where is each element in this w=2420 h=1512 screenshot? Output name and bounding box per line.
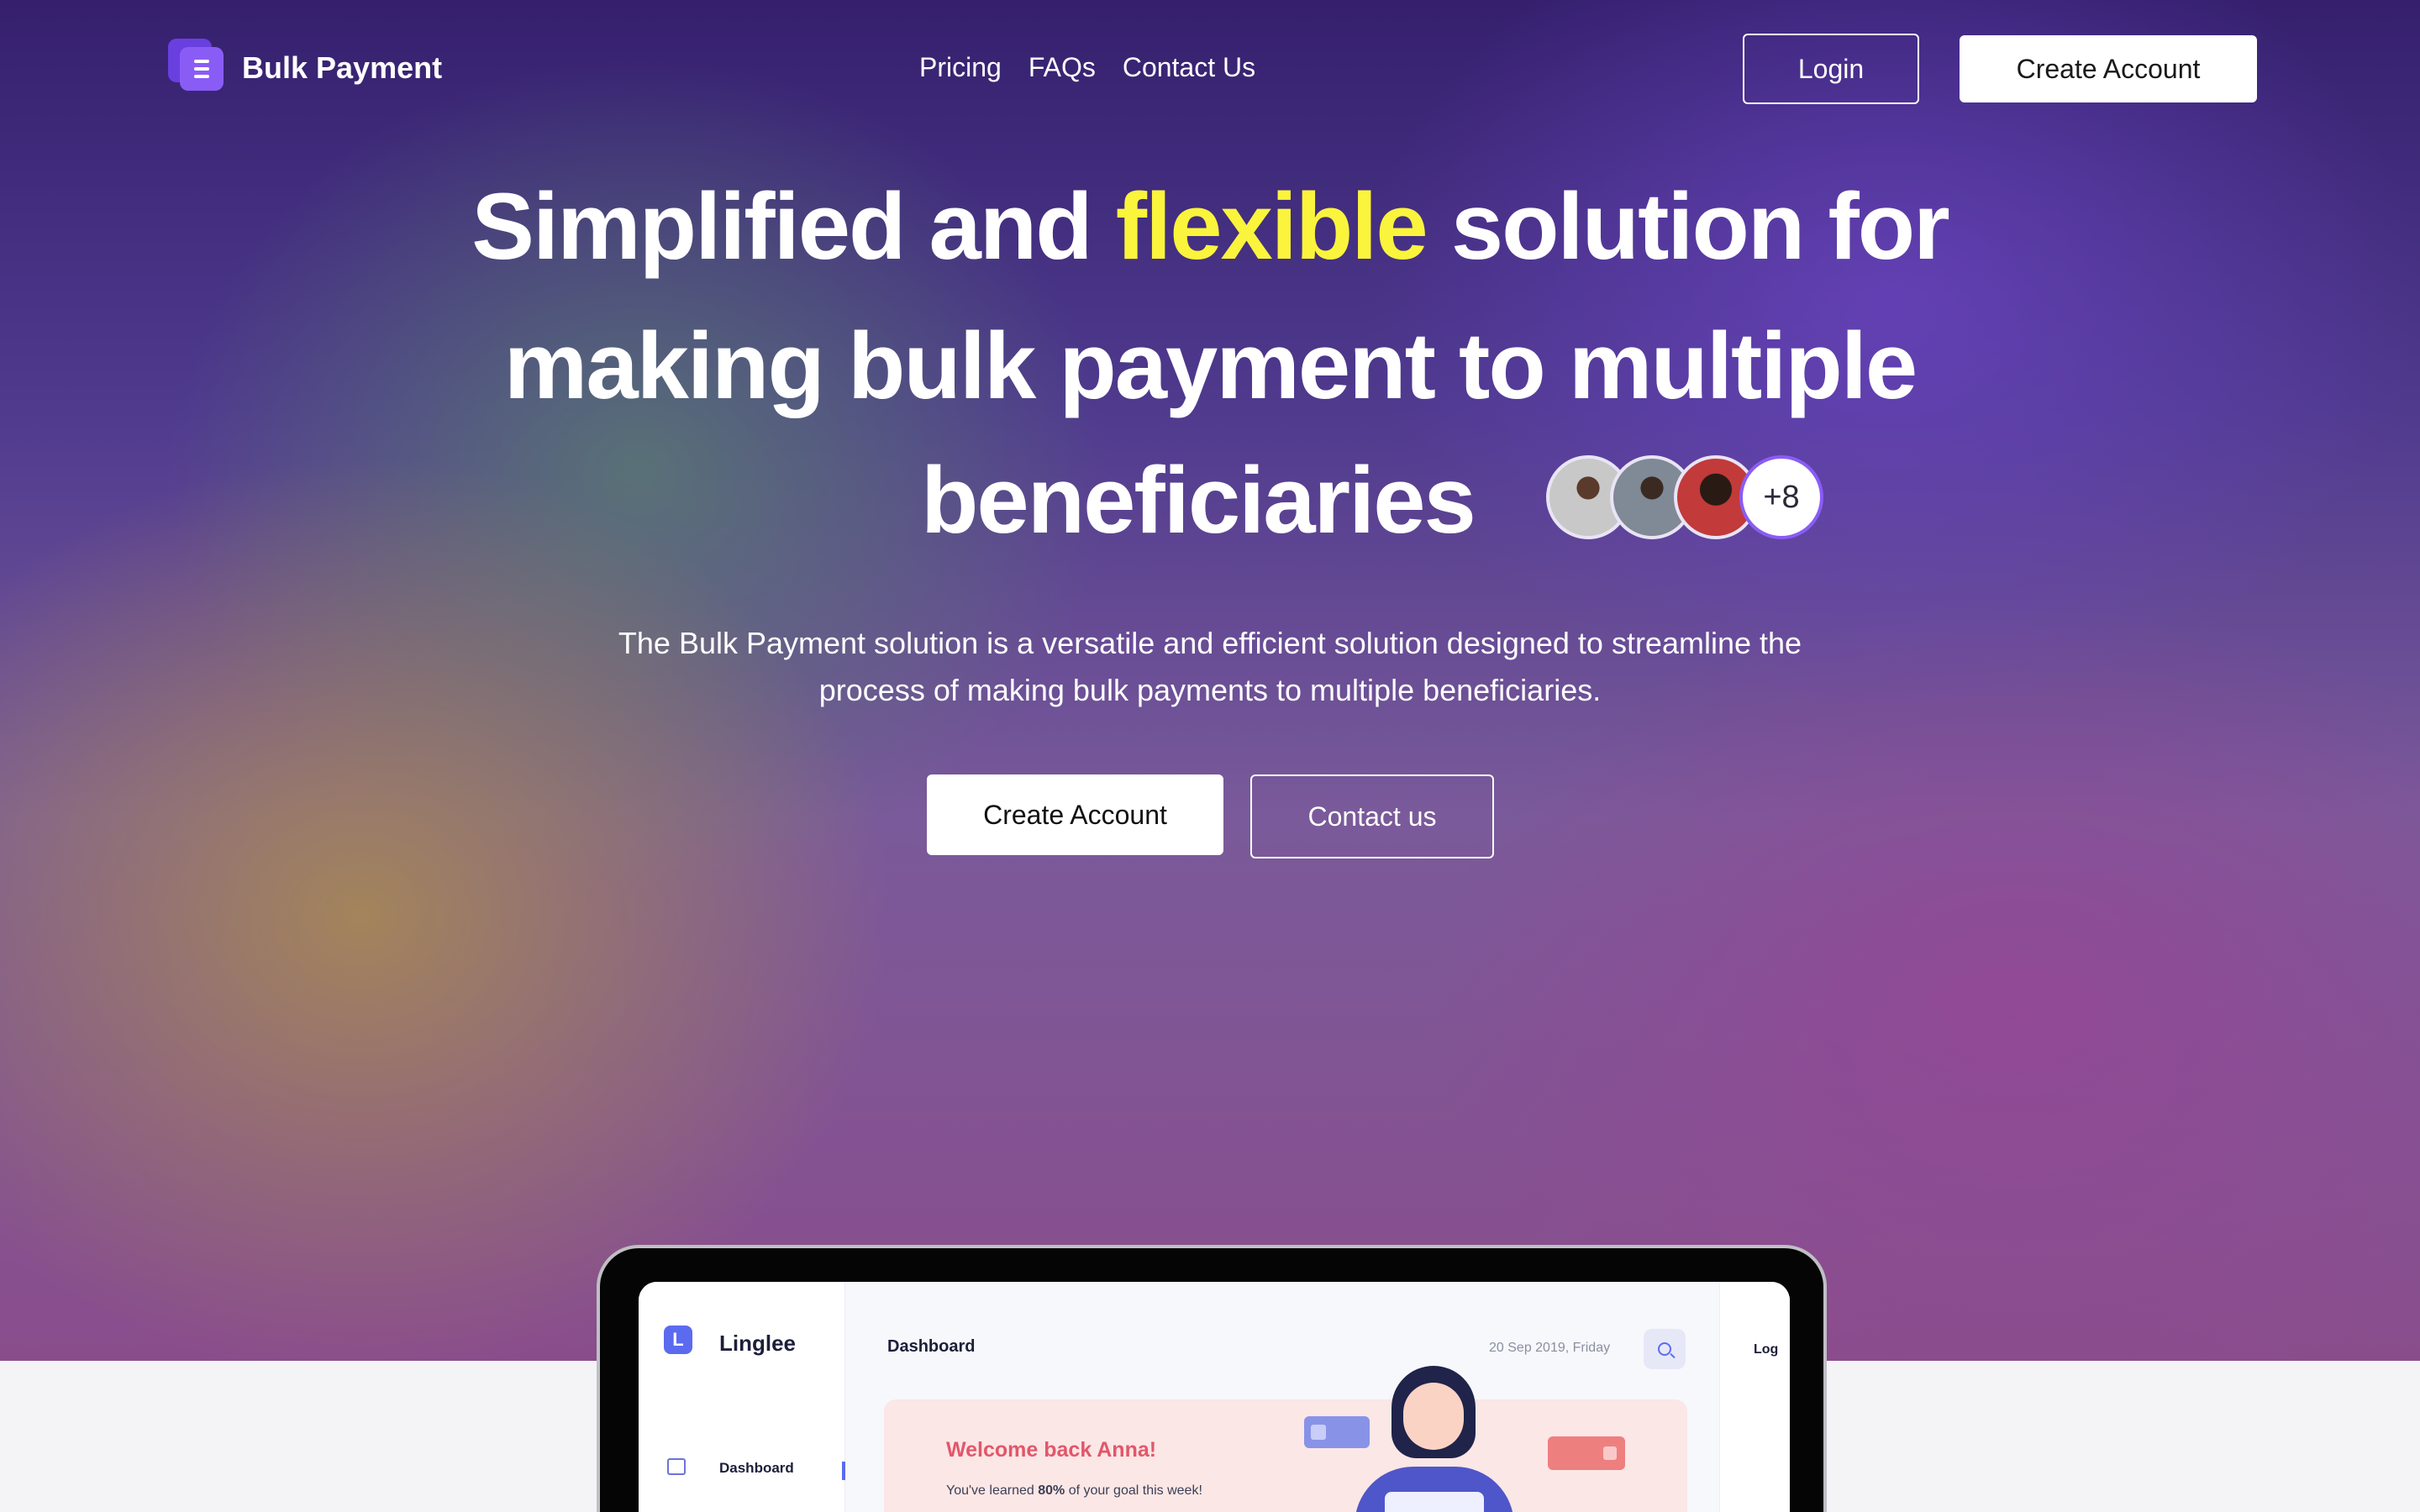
hero-subtitle-line-1: The Bulk Payment solution is a versatile… bbox=[618, 626, 1802, 660]
headline-line-3: beneficiaries bbox=[921, 448, 1476, 553]
welcome-progress: You've learned 80% of your goal this wee… bbox=[946, 1483, 1202, 1498]
headline-line-2: making bulk payment to multiple bbox=[503, 313, 1918, 418]
preview-right-panel: Log bbox=[1719, 1282, 1790, 1512]
app-name: Linglee bbox=[719, 1331, 797, 1356]
logo-icon[interactable] bbox=[168, 39, 224, 91]
nav-link-contact-us[interactable]: Contact Us bbox=[1123, 52, 1255, 83]
create-account-nav-button[interactable]: Create Account bbox=[1960, 35, 2257, 102]
top-nav: Pricing FAQs Contact Us bbox=[919, 52, 1255, 83]
brand-name[interactable]: Bulk Payment bbox=[242, 50, 442, 86]
welcome-title: Welcome back Anna! bbox=[946, 1438, 1157, 1462]
preview-page-title: Dashboard bbox=[887, 1337, 976, 1356]
dashboard-preview: L Linglee Dashboard Dashboard 20 Sep 201… bbox=[639, 1282, 1790, 1512]
headline-line-1: Simplified and flexible solution for bbox=[0, 180, 2420, 274]
preview-right-label: Log bbox=[1754, 1342, 1779, 1357]
avatar-more-count: +8 bbox=[1739, 455, 1823, 539]
preview-main: Dashboard 20 Sep 2019, Friday Welcome ba… bbox=[845, 1282, 1719, 1512]
nav-link-pricing[interactable]: Pricing bbox=[919, 52, 1002, 83]
sidebar-item-dashboard: Dashboard bbox=[719, 1460, 794, 1476]
preview-sidebar: L Linglee Dashboard bbox=[639, 1282, 845, 1512]
welcome-card: Welcome back Anna! You've learned 80% of… bbox=[884, 1366, 1687, 1512]
headline-text: solution for bbox=[1450, 174, 1950, 279]
contact-us-hero-button[interactable]: Contact us bbox=[1250, 774, 1494, 858]
chat-bubble-icon bbox=[1548, 1436, 1625, 1470]
create-account-hero-button[interactable]: Create Account bbox=[927, 774, 1223, 855]
nav-link-faqs[interactable]: FAQs bbox=[1028, 52, 1096, 83]
app-logo-icon: L bbox=[664, 1326, 692, 1354]
headline-highlight: flexible bbox=[1115, 174, 1428, 279]
dashboard-icon bbox=[667, 1458, 686, 1475]
beneficiary-avatars: +8 bbox=[1546, 455, 1823, 539]
person-illustration bbox=[1355, 1366, 1514, 1512]
headline-text: Simplified and bbox=[471, 174, 1092, 279]
login-button[interactable]: Login bbox=[1743, 34, 1919, 104]
preview-date: 20 Sep 2019, Friday bbox=[1489, 1341, 1611, 1355]
search-icon bbox=[1644, 1329, 1686, 1369]
hero-subtitle-line-2: process of making bulk payments to multi… bbox=[818, 673, 1602, 707]
